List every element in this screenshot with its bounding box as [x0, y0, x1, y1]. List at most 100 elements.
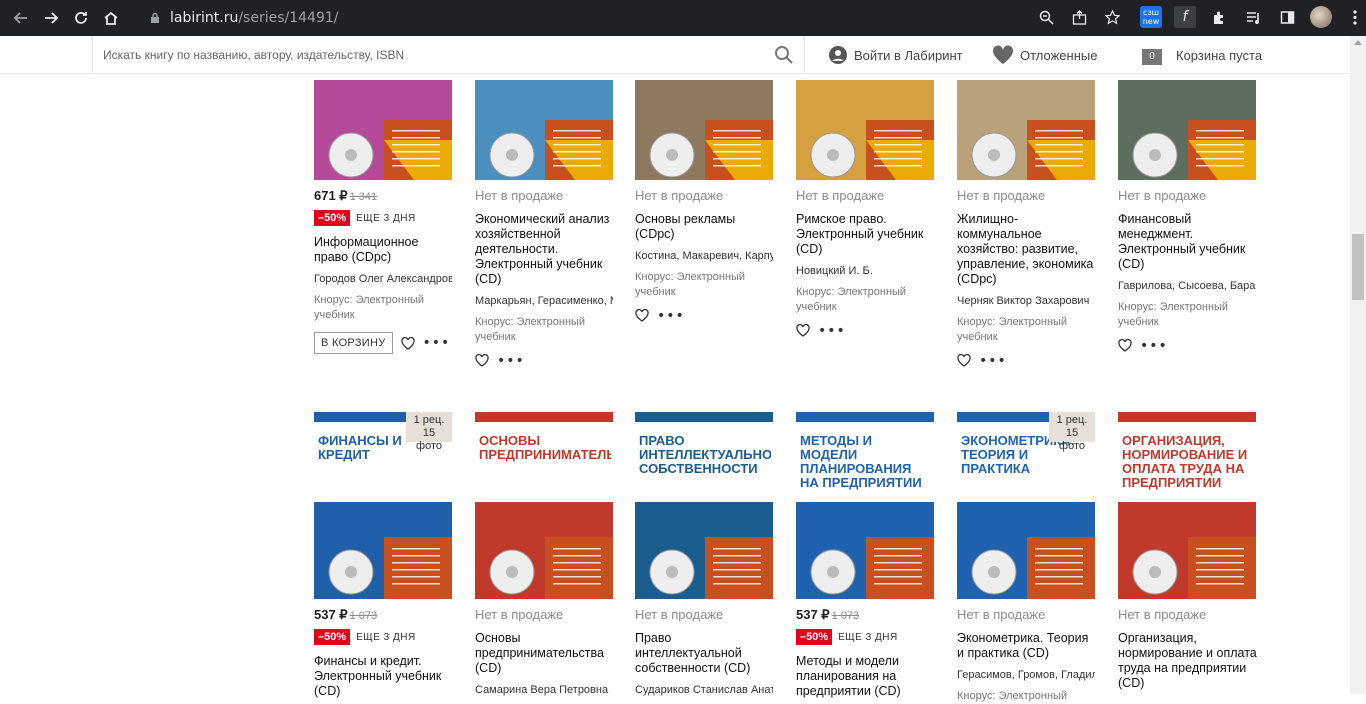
book-cover[interactable] [1118, 80, 1256, 180]
availability-status: Нет в продаже [475, 607, 564, 622]
book-cover[interactable]: ЭКОНОМЕТРИКА: ТЕОРИЯ И ПРАКТИКА 1 рец. 15 … [957, 412, 1095, 599]
book-cover[interactable]: ОСНОВЫ ПРЕДПРИНИМАТЕЛЬСТВА [475, 412, 613, 599]
card-actions: ••• [796, 324, 936, 338]
extension-new-icon[interactable]: сзш new [1140, 6, 1162, 28]
sidebar-icon[interactable] [1276, 6, 1298, 28]
price-row: 537 ₽1 073 [796, 607, 936, 623]
book-cover[interactable] [796, 80, 934, 180]
book-cover[interactable] [635, 80, 773, 180]
favorite-heart-icon[interactable] [400, 336, 415, 350]
book-cover[interactable] [957, 80, 1095, 180]
favorite-heart-icon[interactable] [635, 309, 649, 322]
favorite-heart-icon[interactable] [475, 354, 489, 367]
book-author[interactable]: Самарина Вера Петровна [475, 684, 613, 696]
book-title-link[interactable]: Жилищно-коммунальное хозяйство: развитие… [957, 212, 1097, 287]
postponed-link[interactable]: Отложенные [992, 36, 1097, 74]
card-actions: ••• [957, 354, 1097, 368]
scroll-thumb[interactable] [1352, 234, 1364, 300]
home-icon[interactable] [96, 3, 126, 33]
current-price: 537 ₽ [796, 607, 830, 622]
search-bar [92, 36, 805, 74]
puzzle-icon[interactable] [1208, 6, 1230, 28]
book-author[interactable]: Судариков Станислав Анатольевич [635, 684, 773, 696]
photo-count: 15 фото [416, 427, 442, 452]
book-title-link[interactable]: Организация, нормирование и оплата труда… [1118, 631, 1258, 691]
forward-icon[interactable] [36, 3, 66, 33]
favorite-heart-icon[interactable] [957, 354, 971, 367]
share-icon[interactable] [1072, 10, 1087, 29]
book-author[interactable]: Городов Олег Александрович [314, 273, 452, 285]
old-price: 1 073 [349, 610, 378, 622]
book-title-link[interactable]: Право интеллектуальной собственности (CD… [635, 631, 775, 676]
cover-title-text: ПРАВО ИНТЕЛЛЕКТУАЛЬНОЙ СОБСТВЕННОСТИ [639, 434, 771, 476]
address-bar[interactable]: labirint.ru/series/14491/ [140, 4, 1130, 32]
book-title-link[interactable]: Методы и модели планирования на предприя… [796, 654, 936, 699]
book-title-link[interactable]: Экономический анализ хозяйственной деяте… [475, 212, 615, 287]
extension-f-icon[interactable]: f [1174, 6, 1196, 28]
back-icon[interactable] [6, 3, 36, 33]
product-info: Нет в продаже Жилищно-коммунальное хозяйс… [957, 188, 1097, 368]
media-queue-icon[interactable] [1242, 6, 1264, 28]
cart-link[interactable]: 0 Корзина пуста [1142, 36, 1262, 74]
heart-icon [992, 45, 1014, 64]
book-cover[interactable]: ПРАВО ИНТЕЛЛЕКТУАЛЬНОЙ СОБСТВЕННОСТИ [635, 412, 773, 599]
discount-deadline: ЕЩЕ 3 ДНЯ [356, 631, 416, 643]
review-photo-badge[interactable]: 1 рец. 15 фото [1049, 412, 1095, 452]
url-text: labirint.ru/series/14491/ [170, 10, 339, 26]
old-price: 1 073 [831, 610, 860, 622]
review-photo-badge[interactable]: 1 рец. 15 фото [406, 412, 452, 452]
favorite-heart-icon[interactable] [1118, 339, 1132, 352]
discount-deadline: ЕЩЕ 3 ДНЯ [838, 631, 898, 643]
discount-deadline: ЕЩЕ 3 ДНЯ [356, 212, 416, 224]
favorite-heart-icon[interactable] [796, 324, 810, 337]
availability-status: Нет в продаже [1118, 607, 1207, 622]
search-input[interactable] [103, 48, 743, 62]
book-author[interactable]: Гаврилова, Сысоева, Барабанов [1118, 280, 1256, 292]
add-to-cart-button[interactable]: В КОРЗИНУ [314, 332, 393, 354]
profile-avatar[interactable] [1310, 6, 1332, 28]
book-author[interactable]: Костина, Макаревич, Карпухин [635, 250, 773, 262]
scroll-up-arrow[interactable] [1354, 40, 1362, 45]
book-title-link[interactable]: Финансы и кредит. Электронный учебник (C… [314, 654, 454, 699]
star-icon[interactable] [1104, 9, 1121, 29]
product-info: Нет в продаже Основы рекламы (CDpc) Костин… [635, 188, 775, 323]
menu-kebab-icon[interactable] [1344, 6, 1366, 28]
cover-title-text: ОРГАНИЗАЦИЯ, НОРМИРОВАНИЕ И ОПЛАТА ТРУДА… [1122, 434, 1248, 490]
book-publisher[interactable]: Кнорус: Электронный учебник [1118, 300, 1258, 330]
book-title-link[interactable]: Римское право. Электронный учебник (CD) [796, 212, 936, 257]
availability-status: Нет в продаже [957, 607, 1046, 622]
book-author[interactable]: Черняк Виктор Захарович [957, 295, 1095, 307]
book-title-link[interactable]: Финансовый менеджмент. Электронный учебн… [1118, 212, 1258, 272]
book-title-link[interactable]: Информационное право (CDpc) [314, 235, 454, 265]
more-options-icon[interactable]: ••• [1140, 339, 1168, 353]
search-icon[interactable] [774, 45, 794, 65]
book-author[interactable]: Маркарьян, Герасименко, Маркарьян [475, 295, 613, 307]
more-options-icon[interactable]: ••• [657, 309, 685, 323]
book-publisher[interactable]: Кнорус: Электронный учебник [475, 315, 615, 345]
book-publisher[interactable]: Кнорус: Электронный учебник [635, 270, 775, 300]
book-author[interactable]: Герасимов, Громов, Гладилин [957, 669, 1095, 681]
book-publisher[interactable]: Кнорус: Электронный [957, 689, 1097, 704]
zoom-icon[interactable] [1039, 10, 1054, 29]
more-options-icon[interactable]: ••• [497, 354, 525, 368]
availability-status: Нет в продаже [796, 188, 885, 203]
book-title-link[interactable]: Эконометрика. Теория и практика (CD) [957, 631, 1097, 661]
availability-status: Нет в продаже [635, 188, 724, 203]
reload-icon[interactable] [66, 3, 96, 33]
book-publisher[interactable]: Кнорус: Электронный учебник [796, 285, 936, 315]
book-publisher[interactable]: Кнорус: Электронный учебник [957, 315, 1097, 345]
book-cover[interactable]: МЕТОДЫ И МОДЕЛИ ПЛАНИРОВАНИЯ НА ПРЕДПРИЯ… [796, 412, 934, 599]
book-title-link[interactable]: Основы рекламы (CDpc) [635, 212, 775, 242]
book-cover[interactable] [475, 80, 613, 180]
page-scrollbar[interactable] [1350, 36, 1366, 694]
more-options-icon[interactable]: ••• [423, 336, 451, 350]
book-title-link[interactable]: Основы предпринимательства (CD) [475, 631, 615, 676]
more-options-icon[interactable]: ••• [818, 324, 846, 338]
book-cover[interactable] [314, 80, 452, 180]
book-cover[interactable]: ФИНАНСЫ И КРЕДИТ 1 рец. 15 фото [314, 412, 452, 599]
book-publisher[interactable]: Кнорус: Электронный учебник [314, 293, 454, 323]
book-author[interactable]: Новицкий И. Б. [796, 265, 934, 277]
login-link[interactable]: Войти в Лабиринт [828, 36, 963, 74]
book-cover[interactable]: ОРГАНИЗАЦИЯ, НОРМИРОВАНИЕ И ОПЛАТА ТРУДА… [1118, 412, 1256, 599]
more-options-icon[interactable]: ••• [979, 354, 1007, 368]
